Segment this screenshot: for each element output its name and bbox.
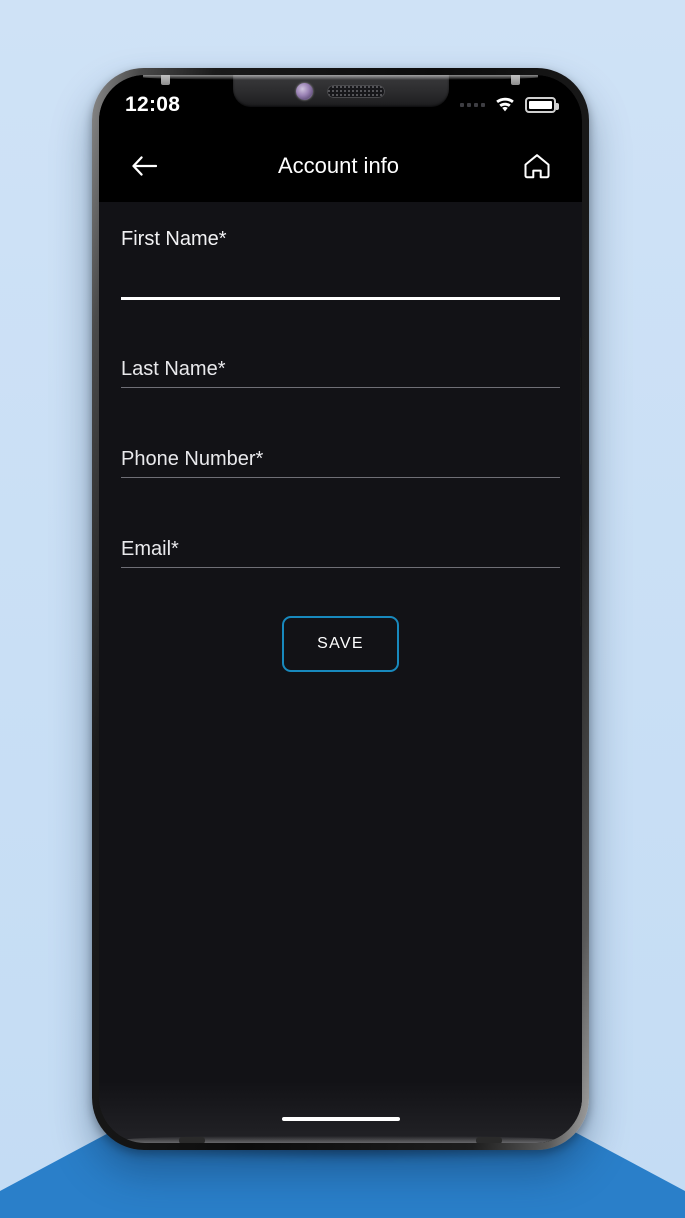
display-notch — [232, 75, 449, 107]
back-arrow-icon — [132, 156, 157, 176]
speaker-grille-left — [179, 1137, 205, 1143]
back-button[interactable] — [127, 149, 161, 183]
field-phone-number[interactable]: Phone Number* — [121, 448, 560, 478]
field-email[interactable]: Email* — [121, 538, 560, 568]
field-email-label: Email* — [121, 538, 179, 560]
field-last-name-label: Last Name* — [121, 358, 226, 380]
power-button[interactable] — [580, 515, 582, 627]
phone-bezel: 12:08 Account info First Name* Last Name… — [99, 75, 582, 1143]
scene: 12:08 Account info First Name* Last Name… — [0, 0, 685, 1218]
save-button[interactable]: SAVE — [282, 616, 399, 672]
page-title: Account info — [277, 153, 400, 178]
earpiece-speaker-icon — [327, 84, 385, 98]
antenna-band-left — [161, 75, 170, 85]
field-email-underline — [121, 567, 560, 568]
account-info-form: First Name* Last Name* Phone Number* Ema… — [99, 202, 582, 672]
battery-fill — [529, 100, 552, 109]
field-last-name-underline — [121, 387, 560, 388]
field-first-name-label: First Name* — [121, 228, 227, 250]
signal-dots-icon — [460, 102, 485, 107]
home-icon — [524, 154, 550, 179]
status-bar: 12:08 — [99, 75, 582, 130]
front-camera-icon — [296, 82, 313, 100]
wifi-icon — [496, 97, 514, 111]
volume-button[interactable] — [580, 337, 582, 465]
speaker-grille-right — [476, 1137, 502, 1143]
battery-icon — [525, 96, 559, 113]
field-phone-number-underline — [121, 477, 560, 478]
phone-device: 12:08 Account info First Name* Last Name… — [92, 68, 589, 1150]
field-first-name-underline — [121, 297, 560, 300]
app-bar: Account info — [99, 130, 582, 202]
antenna-band-right — [511, 75, 520, 85]
save-button-row: SAVE — [121, 616, 560, 672]
phone-screen: 12:08 Account info First Name* Last Name… — [99, 75, 582, 1143]
home-button[interactable] — [520, 149, 554, 183]
status-bar-icons — [460, 96, 559, 113]
field-last-name[interactable]: Last Name* — [121, 358, 560, 388]
field-first-name[interactable]: First Name* — [121, 228, 560, 300]
screen-bottom-sheen — [99, 1081, 582, 1143]
status-time: 12:08 — [125, 93, 181, 116]
field-phone-number-label: Phone Number* — [121, 448, 264, 470]
home-indicator[interactable] — [281, 1117, 400, 1121]
